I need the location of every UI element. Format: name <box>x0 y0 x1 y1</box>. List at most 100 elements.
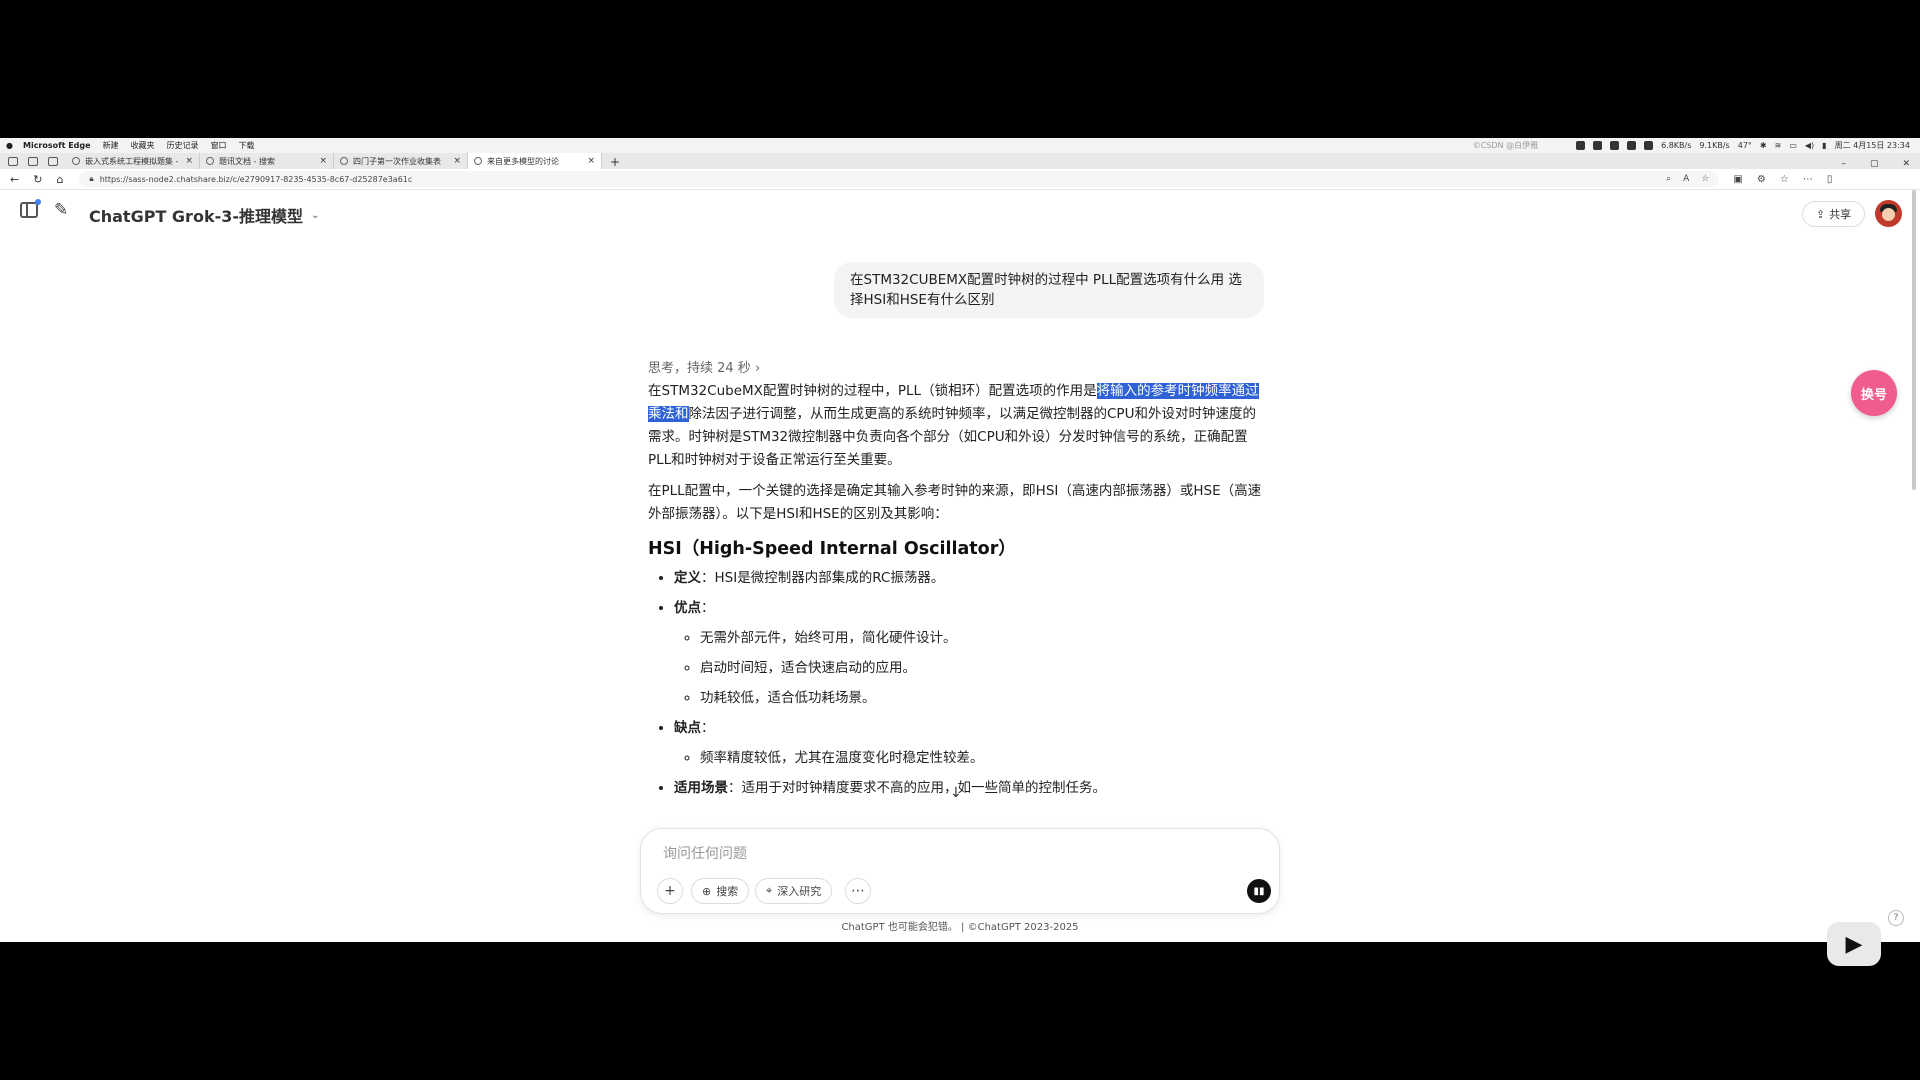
voice-mode-icon[interactable]: ▮▮ <box>1247 879 1271 903</box>
menu-item-favorites[interactable]: 收藏夹 <box>131 140 155 151</box>
browser-tab[interactable]: 四门子第一次作业收集表 × <box>334 153 468 169</box>
telescope-icon: ⌖ <box>766 884 773 897</box>
share-button[interactable]: ⇪ 共享 <box>1802 201 1865 227</box>
search-button[interactable]: ⊕ 搜索 <box>691 878 750 904</box>
footer-disclaimer: ChatGPT 也可能会犯错。 | ©ChatGPT 2023-2025 <box>841 922 1079 933</box>
menu-item-history[interactable]: 历史记录 <box>167 140 199 151</box>
chevron-right-icon: › <box>754 361 761 376</box>
tab-strip: 嵌入式系统工程模拟题集 - 来源知识 × 题讯文档 - 搜索 × 四门子第一次作… <box>0 153 1920 169</box>
search-label: 搜索 <box>716 885 739 898</box>
more-options-icon[interactable]: ⋯ <box>845 878 871 904</box>
play-icon[interactable]: ▶ <box>1827 922 1881 966</box>
attach-plus-icon[interactable]: + <box>657 878 683 904</box>
favorite-star-icon[interactable]: ☆ <box>1701 174 1709 184</box>
clock[interactable]: 周二 4月15日 23:34 <box>1835 140 1910 151</box>
list-item: 频率精度较低，尤其在温度变化时稳定性较差。 <box>700 747 1268 770</box>
composer: 询问任何问题 + ⊕ 搜索 ⌖ 深入研究 ⋯ ▮▮ <box>640 828 1280 914</box>
tray-wechat-icon[interactable] <box>1610 141 1620 150</box>
volume-icon[interactable]: ◀) <box>1805 141 1814 150</box>
sidebar-toggle-icon[interactable]: ▯ <box>1827 174 1833 185</box>
notification-dot <box>35 199 41 205</box>
scrollbar[interactable] <box>1912 190 1916 490</box>
tray-lock-icon[interactable] <box>1644 141 1654 150</box>
tray-app-icon[interactable] <box>1576 141 1586 150</box>
thinking-toggle[interactable]: 思考，持续 24 秒 › <box>648 357 760 376</box>
help-icon[interactable]: ? <box>1888 910 1904 926</box>
back-icon[interactable]: ← <box>10 173 19 186</box>
avatar[interactable] <box>1875 200 1902 227</box>
bullet-list: 定义：HSI是微控制器内部集成的RC振荡器。 优点： 无需外部元件，始终可用，简… <box>648 567 1268 800</box>
wifi-icon[interactable]: ≋ <box>1775 141 1782 150</box>
read-aloud-icon[interactable]: A <box>1683 174 1689 184</box>
split-screen-icon[interactable]: ▣ <box>1733 174 1742 185</box>
collections-icon[interactable]: ☆ <box>1780 174 1789 185</box>
switch-account-button[interactable]: 换号 <box>1851 370 1897 416</box>
new-chat-icon[interactable]: ✎ <box>54 200 68 220</box>
browser-tab[interactable]: 嵌入式系统工程模拟题集 - 来源知识 × <box>66 153 200 169</box>
assistant-message: 在STM32CubeMX配置时钟树的过程中，PLL（锁相环）配置选项的作用是将输… <box>648 380 1268 807</box>
tray-circle-icon[interactable] <box>1627 141 1637 150</box>
system-tray: ©CSDN @白伊雅 6.8KB/s 9.1KB/s 47° ✱ ≋ ▭ ◀) … <box>1473 140 1920 151</box>
deep-research-button[interactable]: ⌖ 深入研究 <box>755 878 833 904</box>
minimize-icon[interactable]: – <box>1841 159 1846 169</box>
window-controls: – ▢ ✕ <box>1841 159 1920 169</box>
menu-item-window[interactable]: 窗口 <box>211 140 227 151</box>
bluetooth-icon[interactable]: ✱ <box>1760 141 1767 150</box>
net-speed-down: 9.1KB/s <box>1699 141 1730 150</box>
tray-search-icon[interactable] <box>1593 141 1603 150</box>
section-heading: HSI（High-Speed Internal Oscillator） <box>648 539 1016 559</box>
answer-text: 在STM32CubeMX配置时钟树的过程中，PLL（锁相环）配置选项的作用是 <box>648 383 1097 399</box>
extensions-icon[interactable]: ⚙ <box>1757 174 1766 185</box>
battery-icon[interactable]: ▮ <box>1822 141 1826 150</box>
model-selector[interactable]: ChatGPT Grok-3-推理模型 ⌄ <box>89 203 319 227</box>
new-tab-icon[interactable]: + <box>602 155 628 169</box>
zoom-icon[interactable]: ⌕ <box>1666 174 1671 184</box>
browser-tab-active[interactable]: 来自更多模型的讨论 × <box>468 153 602 169</box>
display-icon[interactable]: ▭ <box>1789 141 1797 150</box>
tab-favicon-icon <box>340 157 348 165</box>
globe-icon: ⊕ <box>702 884 712 898</box>
tab-close-icon[interactable]: × <box>587 156 595 166</box>
deep-research-label: 深入研究 <box>777 885 822 898</box>
scroll-down-arrow-icon[interactable]: ↓ <box>950 785 962 801</box>
tab-close-icon[interactable]: × <box>453 156 461 166</box>
list-item: 适用场景：适用于对时钟精度要求不高的应用，如一些简单的控制任务。 <box>674 777 1268 800</box>
thinking-label: 思考，持续 24 秒 <box>648 361 751 376</box>
net-speed-up: 6.8KB/s <box>1661 141 1692 150</box>
maximize-icon[interactable]: ▢ <box>1870 159 1879 169</box>
menu-item-download[interactable]: 下载 <box>239 140 255 151</box>
tab-close-icon[interactable]: × <box>319 156 327 166</box>
close-window-icon[interactable]: ✕ <box>1902 159 1910 169</box>
prompt-input[interactable]: 询问任何问题 <box>663 843 747 863</box>
tab-favicon-icon <box>206 157 214 165</box>
answer-paragraph: 在PLL配置中，一个关键的选择是确定其输入参考时钟的来源，即HSI（高速内部振荡… <box>648 483 1262 522</box>
answer-text: 除法因子进行调整，从而生成更高的系统时钟频率，以满足微控制器的CPU和外设对时钟… <box>648 406 1256 468</box>
answer-paragraph: 在STM32CubeMX配置时钟树的过程中，PLL（锁相环）配置选项的作用是将输… <box>648 380 1268 472</box>
tab-close-icon[interactable]: × <box>185 156 193 166</box>
user-message: 在STM32CUBEMX配置时钟树的过程中 PLL配置选项有什么用 选择HSI和… <box>834 262 1264 318</box>
apple-icon[interactable]: ● <box>6 141 13 150</box>
list-item: 优点： 无需外部元件，始终可用，简化硬件设计。 启动时间短，适合快速启动的应用。… <box>674 597 1268 710</box>
home-icon[interactable]: ⌂ <box>56 173 63 186</box>
os-menubar: ● Microsoft Edge 新建 收藏夹 历史记录 窗口 下载 ©CSDN… <box>0 138 1920 153</box>
address-bar[interactable]: 🔒︎ https://sass-node2.chatshare.biz/c/e2… <box>79 171 1720 187</box>
tab-strip-controls <box>0 153 66 169</box>
lock-icon[interactable]: 🔒︎ <box>89 174 93 184</box>
browser-tab[interactable]: 题讯文档 - 搜索 × <box>200 153 334 169</box>
vertical-tabs-icon[interactable] <box>48 156 58 166</box>
list-item: 启动时间短，适合快速启动的应用。 <box>700 657 1268 680</box>
chevron-down-icon: ⌄ <box>311 209 320 221</box>
share-icon: ⇪ <box>1815 207 1826 221</box>
menu-item-new[interactable]: 新建 <box>103 140 119 151</box>
url-text: https://sass-node2.chatshare.biz/c/e2790… <box>99 174 413 184</box>
profile-icon[interactable] <box>8 156 18 166</box>
app-name: Microsoft Edge <box>22 141 91 150</box>
model-title: ChatGPT Grok-3-推理模型 <box>89 207 303 226</box>
workspaces-icon[interactable] <box>28 156 38 166</box>
tab-favicon-icon <box>72 157 80 165</box>
tab-title: 题讯文档 - 搜索 <box>219 156 275 166</box>
sidebar-toggle-icon[interactable] <box>20 199 41 218</box>
refresh-icon[interactable]: ↻ <box>33 173 42 186</box>
more-icon[interactable]: ⋯ <box>1803 174 1813 185</box>
list-item: 定义：HSI是微控制器内部集成的RC振荡器。 <box>674 567 1268 590</box>
